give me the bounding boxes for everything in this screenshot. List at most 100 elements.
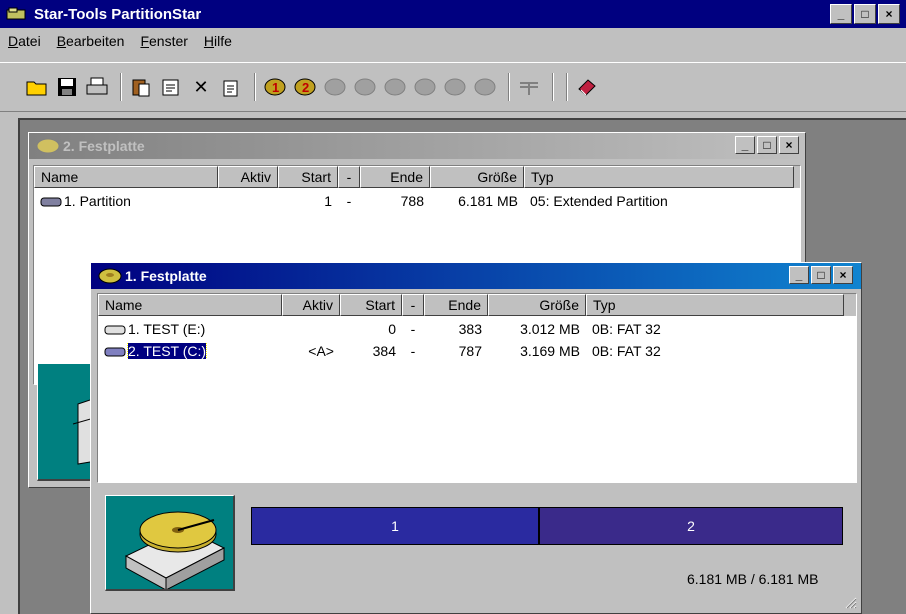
partition-1-icon[interactable]: 1 xyxy=(262,74,288,100)
disk1-close-button[interactable]: × xyxy=(833,266,853,284)
split-icon[interactable] xyxy=(516,74,542,100)
maximize-button[interactable]: □ xyxy=(854,4,876,24)
partition-2-icon[interactable]: 2 xyxy=(292,74,318,100)
col-start[interactable]: Start xyxy=(340,294,402,316)
row-name: 1. Partition xyxy=(64,193,131,209)
menu-hilfe-rest: ilfe xyxy=(214,33,232,49)
app-titlebar[interactable]: Star-Tools PartitionStar _ □ × xyxy=(0,0,906,28)
col-dash[interactable]: - xyxy=(402,294,424,316)
row-dash: - xyxy=(410,321,416,337)
toolbar: ✕ 1 2 xyxy=(0,62,906,112)
partition-5-icon[interactable] xyxy=(382,74,408,100)
row-aktiv: <A> xyxy=(308,343,334,359)
delete-icon[interactable]: ✕ xyxy=(188,74,214,100)
disk1-maximize-button[interactable]: □ xyxy=(811,266,831,284)
size-summary: 6.181 MB / 6.181 MB xyxy=(687,571,819,587)
disk2-list-header: Name Aktiv Start - Ende Größe Typ xyxy=(34,166,800,188)
partition-3-icon[interactable] xyxy=(322,74,348,100)
col-ende[interactable]: Ende xyxy=(424,294,488,316)
resize-grip-icon[interactable] xyxy=(843,595,857,609)
col-name[interactable]: Name xyxy=(98,294,282,316)
minimize-button[interactable]: _ xyxy=(830,4,852,24)
partition-6-icon[interactable] xyxy=(412,74,438,100)
new-document-icon[interactable] xyxy=(218,74,244,100)
partition-8-icon[interactable] xyxy=(472,74,498,100)
print-icon[interactable] xyxy=(84,74,110,100)
disk2-maximize-button[interactable]: □ xyxy=(757,136,777,154)
table-row[interactable]: 2. TEST (C:) <A> 384 - 787 3.169 MB 0B: … xyxy=(98,340,856,362)
disk2-titlebar[interactable]: 2. Festplatte _ □ × xyxy=(29,133,805,159)
row-name-cell: 1. Partition xyxy=(34,193,218,209)
row-start: 384 xyxy=(372,343,396,359)
menu-bearbeiten-accel: B xyxy=(56,33,67,49)
disk2-window-buttons: _ □ × xyxy=(735,136,799,154)
row-dash: - xyxy=(410,343,416,359)
col-aktiv[interactable]: Aktiv xyxy=(218,166,278,188)
menu-bearbeiten-rest: earbeiten xyxy=(66,33,125,49)
paste-icon[interactable] xyxy=(128,74,154,100)
close-button[interactable]: × xyxy=(878,4,900,24)
svg-text:2: 2 xyxy=(302,80,309,95)
partition-bar: 12 xyxy=(251,507,843,545)
partition-icon xyxy=(104,325,126,335)
menu-fenster[interactable]: Fenster xyxy=(140,33,187,49)
save-icon[interactable] xyxy=(54,74,80,100)
disk1-window-buttons: _ □ × xyxy=(789,266,853,284)
col-start[interactable]: Start xyxy=(278,166,338,188)
toolbar-separator xyxy=(508,73,510,101)
menu-hilfe-accel: H xyxy=(203,33,215,49)
col-name[interactable]: Name xyxy=(34,166,218,188)
help-book-icon[interactable] xyxy=(574,74,600,100)
disk1-title: 1. Festplatte xyxy=(125,268,207,284)
row-name-cell: 1. TEST (E:) xyxy=(98,321,282,337)
partition-icon xyxy=(40,197,62,207)
table-row[interactable]: 1. TEST (E:) 0 - 383 3.012 MB 0B: FAT 32 xyxy=(98,318,856,340)
toolbar-separator xyxy=(566,73,568,101)
partition-icon xyxy=(104,347,126,357)
row-typ: 0B: FAT 32 xyxy=(592,343,661,359)
row-dash: - xyxy=(346,193,352,209)
toolbar-separator xyxy=(552,73,554,101)
row-ende: 788 xyxy=(400,193,424,209)
menu-fenster-rest: enster xyxy=(149,33,188,49)
disk1-minimize-button[interactable]: _ xyxy=(789,266,809,284)
col-typ[interactable]: Typ xyxy=(524,166,794,188)
menu-hilfe[interactable]: Hilfe xyxy=(204,33,232,49)
partition-segment-2[interactable]: 2 xyxy=(539,507,843,545)
app-window-buttons: _ □ × xyxy=(830,4,900,24)
col-ende[interactable]: Ende xyxy=(360,166,430,188)
toolbar-separator xyxy=(120,73,122,101)
row-name-selected[interactable]: 2. TEST (C:) xyxy=(126,343,208,359)
col-dash[interactable]: - xyxy=(338,166,360,188)
row-groesse: 3.169 MB xyxy=(520,343,580,359)
partition-segment-1[interactable]: 1 xyxy=(251,507,539,545)
menu-bar: Datei Bearbeiten Fenster Hilfe xyxy=(0,28,906,54)
menu-datei[interactable]: Datei xyxy=(8,33,41,49)
row-groesse: 6.181 MB xyxy=(458,193,518,209)
row-ende: 383 xyxy=(458,321,482,337)
properties-icon[interactable] xyxy=(158,74,184,100)
row-groesse: 3.012 MB xyxy=(520,321,580,337)
disk1-titlebar[interactable]: 1. Festplatte _ □ × xyxy=(91,263,861,289)
row-name: 1. TEST (E:) xyxy=(128,321,206,337)
table-row[interactable]: 1. Partition 1 - 788 6.181 MB 05: Extend… xyxy=(34,190,800,212)
hard-disk-icon xyxy=(98,268,122,284)
col-aktiv[interactable]: Aktiv xyxy=(282,294,340,316)
disk2-close-button[interactable]: × xyxy=(779,136,799,154)
app-title: Star-Tools PartitionStar xyxy=(34,5,202,23)
row-start: 1 xyxy=(324,193,332,209)
disk1-partition-list[interactable]: Name Aktiv Start - Ende Größe Typ 1. TES… xyxy=(97,293,857,483)
disk2-minimize-button[interactable]: _ xyxy=(735,136,755,154)
col-typ[interactable]: Typ xyxy=(586,294,844,316)
menu-bearbeiten[interactable]: Bearbeiten xyxy=(57,33,125,49)
col-groesse[interactable]: Größe xyxy=(488,294,586,316)
col-groesse[interactable]: Größe xyxy=(430,166,524,188)
partition-7-icon[interactable] xyxy=(442,74,468,100)
partition-4-icon[interactable] xyxy=(352,74,378,100)
menu-datei-rest: atei xyxy=(18,33,41,49)
open-folder-icon[interactable] xyxy=(24,74,50,100)
row-typ: 05: Extended Partition xyxy=(530,193,668,209)
row-typ: 0B: FAT 32 xyxy=(592,321,661,337)
disk2-title: 2. Festplatte xyxy=(63,138,145,154)
disk1-window[interactable]: 1. Festplatte _ □ × Name Aktiv Start - E… xyxy=(90,262,862,614)
